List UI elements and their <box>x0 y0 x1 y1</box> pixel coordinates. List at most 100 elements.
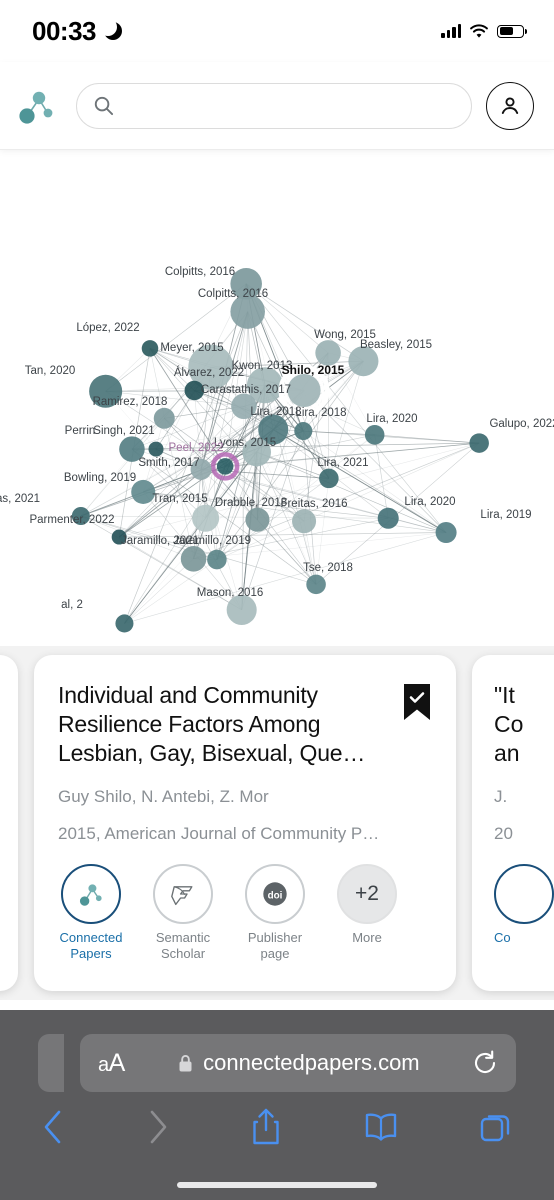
paper-venue: 2015, American Journal of Community P… <box>58 823 380 843</box>
graph-node-label: Smith, 2017 <box>138 456 200 469</box>
action-label: Semantic Scholar <box>155 929 211 961</box>
graph-node-label: Lira, 2018 <box>250 405 302 418</box>
graph-node-label: Mason, 2016 <box>196 587 264 600</box>
graph-node[interactable] <box>294 422 313 441</box>
action-connected-papers[interactable]: Connected Papers <box>58 863 124 961</box>
share-icon[interactable] <box>251 1108 281 1146</box>
paper-card-active[interactable]: Individual and Community Resilience Fact… <box>34 655 456 991</box>
graph-node-label: Singh, 2021 <box>93 425 155 438</box>
graph-network[interactable] <box>0 150 554 646</box>
graph-node-label: Lira, 2021 <box>317 457 369 470</box>
action-more[interactable]: +2 More <box>334 863 400 961</box>
address-bar[interactable]: aA connectedpapers.com <box>80 1034 516 1092</box>
paper-card-next-title-line2: Co <box>494 710 524 737</box>
paper-card-next[interactable]: "It Co an J. 20 Co <box>472 655 554 991</box>
text-size-button[interactable]: aA <box>98 1049 125 1078</box>
crescent-moon-icon <box>99 18 122 40</box>
graph-edge <box>374 434 389 519</box>
action-semantic-scholar[interactable]: Semantic Scholar <box>150 863 216 961</box>
status-bar: 00:33 <box>0 0 554 62</box>
graph-node-label: Meyer, 2015 <box>160 342 224 355</box>
account-button[interactable] <box>486 81 534 130</box>
graph-node[interactable] <box>153 407 175 429</box>
status-right <box>441 23 527 39</box>
graph-node-label: Colpitts, 2016 <box>164 265 236 278</box>
tabs-icon[interactable] <box>480 1111 512 1143</box>
graph-node-label: Tan, 2020 <box>24 364 76 377</box>
graph-node-label: Freitas, 2016 <box>280 497 348 510</box>
url-text: connectedpapers.com <box>203 1050 420 1075</box>
paper-card-strip[interactable]: ... Individual and Community Resilience … <box>0 646 554 1000</box>
graph-node[interactable] <box>207 549 227 570</box>
graph-node-label: Ramirez, 2018 <box>92 395 168 408</box>
action-label: More <box>352 929 382 945</box>
paper-card-next-venue: 20 <box>494 823 513 843</box>
graph-node-label: Jaramillo, 2019 <box>173 534 251 547</box>
graph-node[interactable] <box>180 546 207 572</box>
graph-node-label: Lira, 2020 <box>404 495 456 508</box>
battery-icon <box>497 24 527 38</box>
graph-node-label: as, 2021 <box>0 492 41 505</box>
graph-node-label: Lira, 2018 <box>295 407 347 420</box>
graph-node[interactable] <box>315 340 341 366</box>
graph-node[interactable] <box>319 468 339 489</box>
clock: 00:33 <box>32 15 97 46</box>
action-label: Publisher page <box>247 929 303 961</box>
wifi-icon <box>470 23 488 38</box>
search-input[interactable] <box>124 95 455 116</box>
paper-title: Individual and Community Resilience Fact… <box>58 682 366 766</box>
svg-text:doi: doi <box>268 890 283 901</box>
chevron-right-icon[interactable] <box>147 1109 169 1145</box>
graph-node[interactable] <box>216 458 234 475</box>
chevron-left-icon[interactable] <box>42 1109 64 1145</box>
paper-card-next-action[interactable] <box>494 863 554 924</box>
plus-two-badge: +2 <box>337 863 397 924</box>
graph-node[interactable] <box>287 373 321 408</box>
graph-node-label: Parmenter, 2022 <box>29 513 115 526</box>
person-icon <box>501 96 519 114</box>
graph-node[interactable] <box>226 594 257 625</box>
graph-node[interactable] <box>148 441 164 457</box>
graph-node-label: Galupo, 2022 <box>489 418 554 431</box>
graph-node[interactable] <box>115 614 134 633</box>
paper-card-next-authors: J. <box>494 786 508 806</box>
status-left: 00:33 <box>32 16 122 47</box>
reload-icon[interactable] <box>472 1049 498 1077</box>
url-row: aA connectedpapers.com <box>0 1010 554 1092</box>
graph-node-label: Tse, 2018 <box>303 561 353 574</box>
graph-node[interactable] <box>245 507 270 532</box>
paper-card-previous[interactable]: ... <box>0 655 18 991</box>
previous-tab-pill[interactable] <box>38 1034 64 1092</box>
graph-node[interactable] <box>292 509 317 534</box>
paper-actions: Connected Papers Semantic Scholar doi Pu… <box>58 863 432 961</box>
lock-icon <box>179 1055 192 1072</box>
graph-node-label: Carastathis, 2017 <box>200 383 292 396</box>
graph-node[interactable] <box>377 507 399 529</box>
search-box[interactable] <box>76 82 472 129</box>
graph-node-label: Beasley, 2015 <box>359 339 433 352</box>
graph-node-label: Lira, 2020 <box>366 413 418 426</box>
semantic-scholar-icon <box>153 863 213 924</box>
action-label: Connected Papers <box>59 929 123 961</box>
connected-papers-logo[interactable] <box>14 82 62 130</box>
book-icon[interactable] <box>364 1112 398 1142</box>
search-icon <box>94 96 114 116</box>
paper-card-next-title-line3: an <box>494 739 520 766</box>
connected-papers-icon <box>61 863 121 924</box>
graph-node-label: Bowling, 2019 <box>63 471 137 484</box>
graph-node[interactable] <box>306 574 326 595</box>
graph-node-label: Drabble, 2018 <box>214 497 288 510</box>
cellular-bars-icon <box>441 24 461 38</box>
paper-card-next-action-label: Co <box>494 929 511 945</box>
graph-node[interactable] <box>364 425 385 445</box>
graph-node[interactable] <box>435 522 457 544</box>
paper-card-list: ... Individual and Community Resilience … <box>0 655 554 1000</box>
graph-node[interactable] <box>141 340 159 357</box>
graph-canvas[interactable]: Colpitts, 2016 Colpitts, 2016 López, 2022 M… <box>0 150 554 646</box>
graph-edge <box>303 430 480 444</box>
graph-node-label: al, 2 <box>61 599 83 612</box>
graph-node-label: Shilo, 2015 <box>281 362 345 377</box>
graph-node[interactable] <box>469 433 489 453</box>
bookmark-checked-icon[interactable] <box>402 683 432 721</box>
action-publisher-page[interactable]: doi Publisher page <box>242 863 308 961</box>
